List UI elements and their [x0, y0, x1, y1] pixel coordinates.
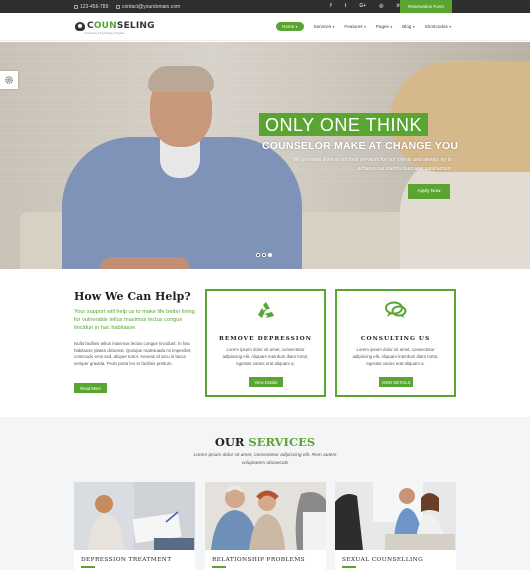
depression-treatment-image: [74, 482, 195, 550]
services-subtitle: Lorem ipsum dolor sit amet, consectetur …: [193, 453, 337, 466]
card-text: Lorem ipsum dolor sit amet, consectetur …: [352, 347, 439, 366]
accent-underline: [342, 566, 356, 568]
google-plus-icon[interactable]: G+: [359, 3, 366, 9]
logo-text: COUNSELING: [87, 21, 155, 31]
card-title: REMOVE DEPRESSION: [219, 336, 312, 342]
twitter-icon[interactable]: t: [345, 3, 347, 9]
phone-number: 123-456-789: [80, 4, 109, 10]
slider-dot[interactable]: [256, 253, 260, 257]
logo-tagline: Counseling & Psychology Template: [84, 32, 125, 35]
facebook-icon[interactable]: f: [330, 3, 332, 9]
service-item-sexual-counselling[interactable]: SEXUAL COUNSELLING: [335, 482, 456, 570]
service-item-depression-treatment[interactable]: DEPRESSION TREATMENT: [74, 482, 195, 570]
service-name: SEXUAL COUNSELLING: [342, 557, 424, 563]
accent-underline: [81, 566, 95, 568]
help-body-text: Nulla facilisis tellus maximus lectus co…: [74, 341, 192, 366]
social-links: f t G+ ◎ in: [330, 3, 401, 9]
hero-subtitle: COUNSELOR MAKE AT CHANGE YOU: [262, 140, 459, 152]
accent-underline: [212, 566, 226, 568]
slider-pagination: [256, 253, 272, 257]
recycle-icon: [257, 302, 274, 318]
email-contact[interactable]: contact@yourdomain.com: [116, 4, 180, 10]
service-card-consulting-us: CONSULTING US Lorem ipsum dolor sit amet…: [335, 289, 456, 397]
services-heading: OUR SERVICES: [214, 435, 316, 449]
nav-item-shortcodes[interactable]: Shortcodes ▾: [425, 24, 452, 29]
nav-item-home[interactable]: Home ▾: [276, 22, 304, 31]
hero-text: We provides always our best services for…: [292, 157, 452, 172]
chat-bubbles-icon: [384, 301, 406, 318]
service-card-remove-depression: REMOVE DEPRESSION Lorem ipsum dolor sit …: [205, 289, 326, 397]
email-address: contact@yourdomain.com: [122, 4, 181, 10]
slider-dot-active[interactable]: [268, 253, 272, 257]
main-nav: Home ▾ Services ▾ Features ▾ Pages ▾ Blog ▾ S…: [276, 22, 451, 31]
brain-logo-icon: [75, 21, 85, 31]
card-text: Lorem ipsum dolor sit amet, consectetur …: [222, 347, 309, 366]
envelope-icon: [116, 5, 120, 9]
service-item-relationship-problems[interactable]: RELATIONSHIP PROBLEMS: [205, 482, 326, 570]
view-details-button[interactable]: View Details: [249, 377, 283, 387]
nav-item-blog[interactable]: Blog ▾: [402, 24, 414, 29]
site-header: COUNSELING Counseling & Psychology Templ…: [0, 13, 530, 41]
instagram-icon[interactable]: ◎: [379, 3, 383, 9]
chevron-down-icon: ▾: [412, 24, 415, 29]
top-bar: 123-456-789 contact@yourdomain.com f t G…: [0, 0, 530, 13]
phone-icon: [74, 5, 78, 9]
apply-now-button[interactable]: Apply Now: [408, 184, 450, 199]
chevron-down-icon: ▾: [364, 24, 366, 29]
sexual-counselling-image: [335, 482, 456, 550]
read-more-button[interactable]: Read More: [74, 383, 107, 393]
chevron-down-icon: ▾: [295, 24, 298, 29]
card-title: CONSULTING US: [360, 336, 431, 342]
reservation-form-button[interactable]: Reservation Form: [400, 0, 452, 13]
hero-photo-counselor-hair: [148, 66, 214, 92]
service-name: RELATIONSHIP PROBLEMS: [212, 557, 306, 563]
hero-title: ONLY ONE THINK: [259, 113, 429, 136]
gear-icon: [5, 76, 13, 84]
view-details-button[interactable]: VIEW DETAILS: [379, 377, 413, 387]
help-lead-text: Your support will help us to make life b…: [74, 309, 195, 331]
chevron-down-icon: ▾: [449, 24, 452, 29]
service-name: DEPRESSION TREATMENT: [81, 557, 172, 563]
chevron-down-icon: ▾: [390, 24, 393, 29]
hero-photo-hands: [100, 257, 190, 269]
nav-item-services[interactable]: Services ▾: [314, 24, 335, 29]
nav-item-pages[interactable]: Pages ▾: [376, 24, 392, 29]
relationship-problems-image: [205, 482, 326, 550]
phone-contact[interactable]: 123-456-789: [74, 4, 108, 10]
settings-gear-button[interactable]: [0, 71, 18, 89]
help-heading: How We Can Help?: [74, 290, 191, 303]
slider-dot[interactable]: [262, 253, 266, 257]
logo[interactable]: COUNSELING: [75, 21, 155, 31]
chevron-down-icon: ▾: [332, 24, 335, 29]
nav-item-features[interactable]: Features ▾: [344, 24, 365, 29]
